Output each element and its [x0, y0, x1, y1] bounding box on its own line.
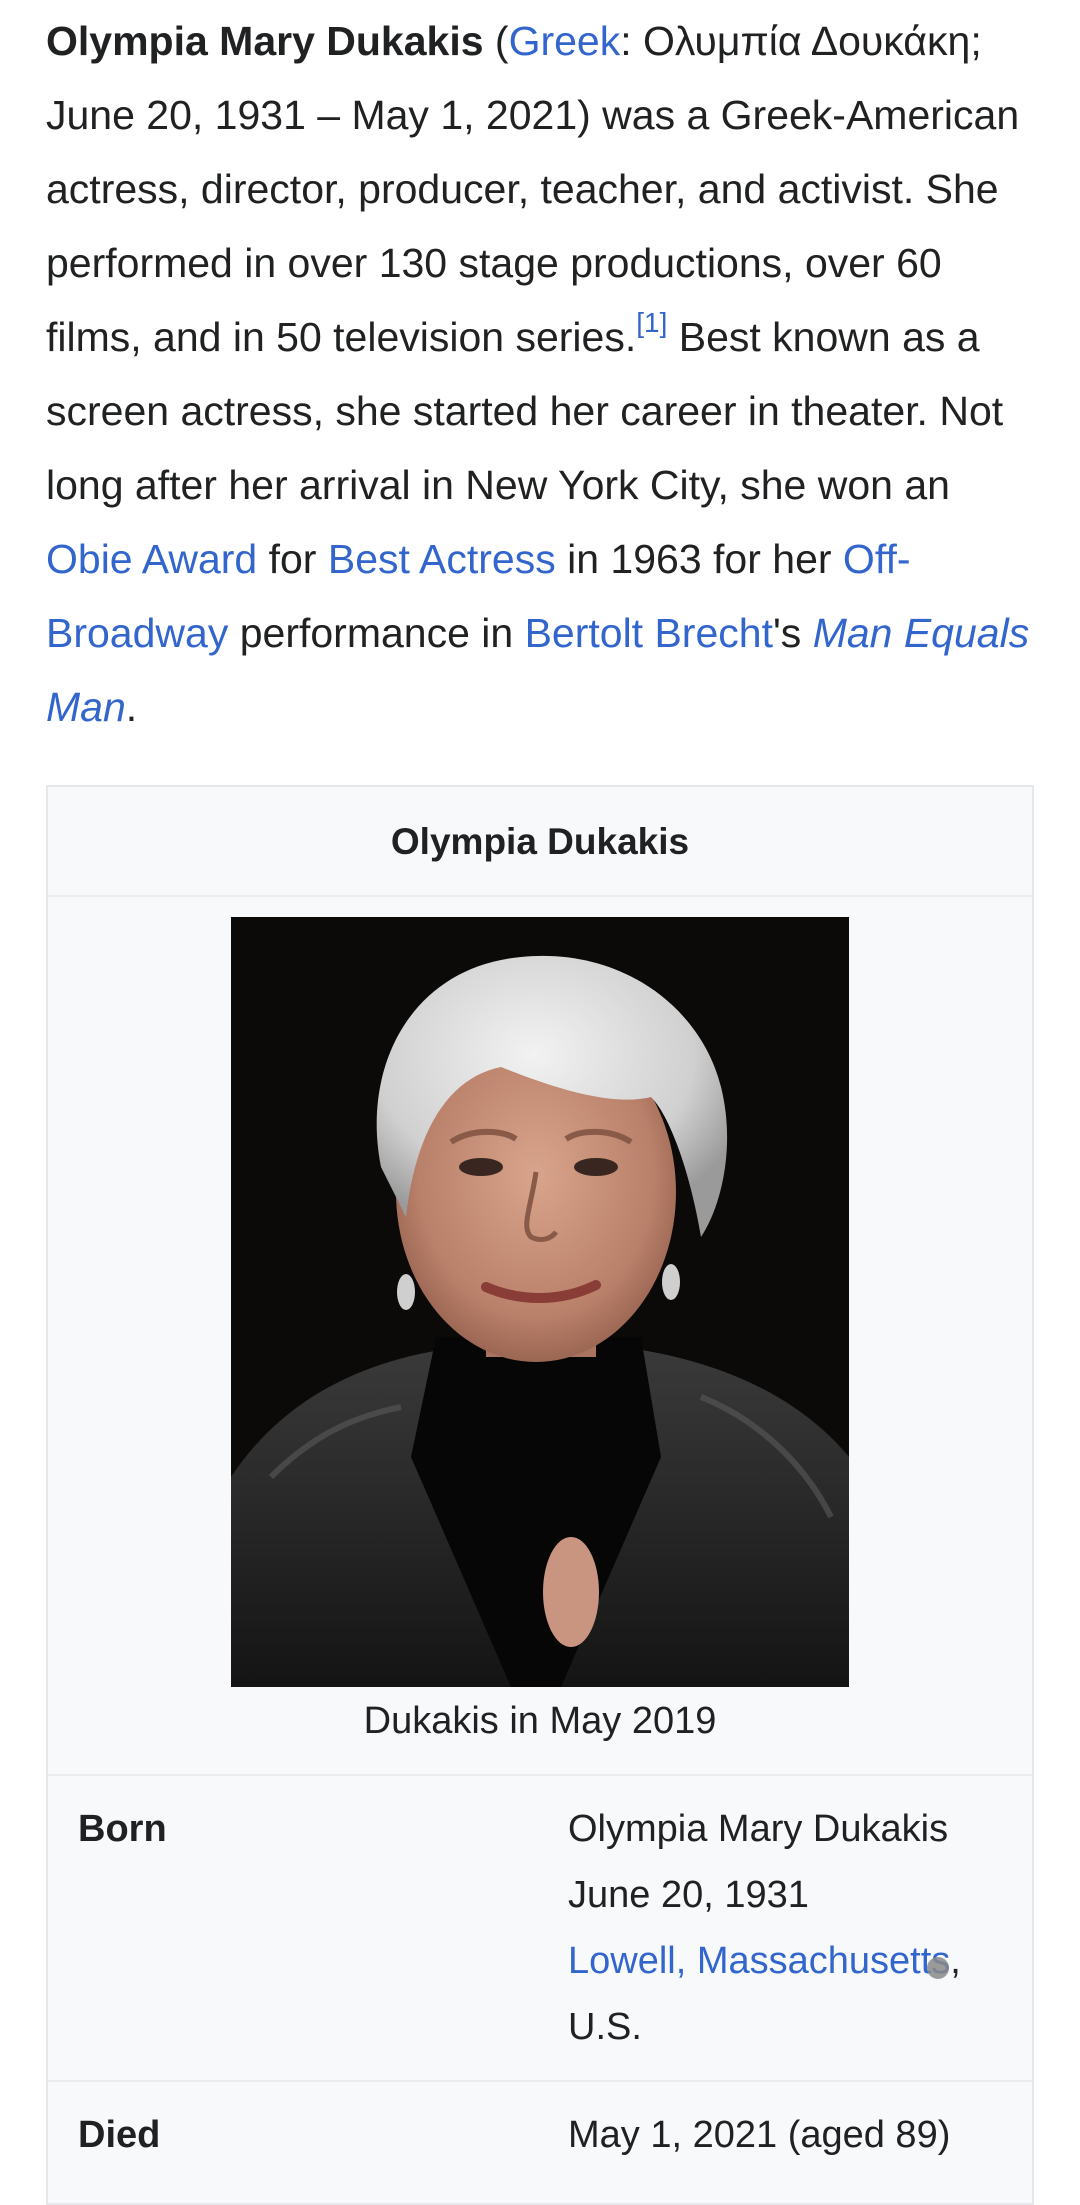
- lead-text-7: .: [125, 684, 138, 730]
- lowell-massachusetts-link[interactable]: Lowell, Massachusetts: [568, 1940, 950, 1982]
- lead-text-5: performance in: [228, 610, 525, 656]
- lead-text-1: : Ολυμπία Δουκάκη; June 20, 1931 – May 1…: [46, 18, 1020, 360]
- portrait-image: [231, 917, 849, 1687]
- birth-name: Olympia Mary Dukakis: [568, 1808, 949, 1850]
- infobox: Olympia Dukakis Dukakis in May 2019 Born…: [46, 785, 1034, 2205]
- article-lead-paragraph: Olympia Mary Dukakis (Greek: Ολυμπία Δου…: [46, 4, 1046, 744]
- obie-award-link[interactable]: Obie Award: [46, 536, 257, 582]
- photo-caption: Dukakis in May 2019: [363, 1700, 717, 1742]
- died-label: Died: [78, 2114, 161, 2156]
- born-label: Born: [78, 1808, 167, 1850]
- citation-ref-1[interactable]: [1]: [636, 307, 667, 338]
- row-divider: [48, 2080, 1032, 2082]
- best-actress-link[interactable]: Best Actress: [328, 536, 556, 582]
- row-divider: [48, 1774, 1032, 1776]
- lead-text-4: in 1963 for her: [555, 536, 843, 582]
- died-value: May 1, 2021 (aged 89): [568, 2114, 951, 2156]
- greek-language-link[interactable]: Greek: [509, 18, 621, 64]
- bertolt-brecht-link[interactable]: Bertolt Brecht: [525, 610, 773, 656]
- birth-place-comma: ,: [950, 1940, 961, 1982]
- infobox-photo[interactable]: [231, 917, 849, 1687]
- paren-text: (: [483, 18, 509, 64]
- birth-date: June 20, 1931: [568, 1874, 809, 1916]
- birth-place-line: Lowell, Massachusetts,: [568, 1928, 1018, 1994]
- birth-country: U.S.: [568, 2006, 642, 2048]
- infobox-title: Olympia Dukakis: [48, 787, 1032, 897]
- subject-name: Olympia Mary Dukakis: [46, 18, 484, 64]
- lead-text-3: for: [257, 536, 328, 582]
- touch-indicator: [927, 1957, 949, 1979]
- born-value: Olympia Mary Dukakis June 20, 1931 Lowel…: [568, 1796, 1018, 2060]
- lead-text-6: 's: [772, 610, 813, 656]
